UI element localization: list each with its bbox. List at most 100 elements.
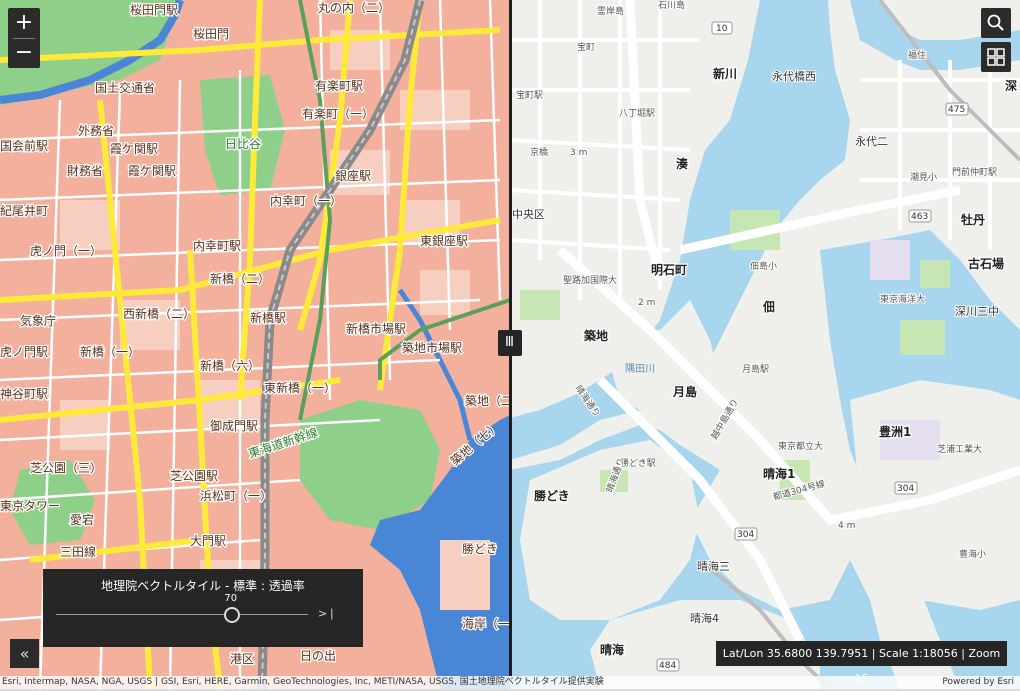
- label-nishi-shimbashi: 西新橋（二）: [123, 306, 195, 321]
- label-kachidoki: 勝どき: [534, 488, 570, 503]
- label-furuishiba: 古石場: [968, 256, 1004, 271]
- label-yurakucho-1: 有楽町（一）: [302, 107, 374, 121]
- label-hamamatsucho: 浜松町（一）: [200, 489, 272, 503]
- label-tsukishima-st: 月島駅: [742, 363, 769, 375]
- label-minato-ku: 港区: [230, 652, 254, 666]
- zoom-out-button[interactable]: −: [8, 38, 40, 68]
- label-3m: 3 m: [570, 148, 587, 158]
- label-hatchobori: 八丁堀駅: [619, 108, 655, 119]
- play-button[interactable]: >❘: [318, 605, 338, 623]
- label-hinode: 日の出: [300, 649, 336, 663]
- label-kachidoki: 勝どき: [462, 541, 498, 556]
- label-tokyo-kaiyo: 東京海洋大: [880, 293, 925, 305]
- label-akashicho: 明石町: [651, 263, 687, 277]
- attribution-text: Esri, Intermap, NASA, NGA, USGS | GSI, E…: [2, 677, 604, 687]
- basemap-gallery-button[interactable]: [981, 42, 1011, 72]
- label-fukagawa: 深: [1005, 78, 1017, 93]
- campus-kaiyo: [870, 240, 910, 280]
- coordinate-readout: Lat/Lon 35.6800 139.7951 | Scale 1:18056…: [716, 641, 1007, 685]
- opacity-slider-track[interactable]: [56, 614, 308, 615]
- label-fukagawa3: 深川三中: [955, 305, 999, 318]
- opacity-slider-thumb[interactable]: [224, 607, 241, 623]
- label-sakuradamon: 桜田門: [193, 27, 229, 41]
- label-ginza-st: 銀座駅: [335, 168, 371, 183]
- label-eitaibashi: 永代橋西: [772, 69, 816, 83]
- route-shield-463: 463: [908, 209, 932, 223]
- park-toyosu: [900, 320, 945, 355]
- label-sakuradamon-st: 桜田門駅: [130, 3, 178, 17]
- label-kamiyacho: 神谷町駅: [0, 387, 48, 401]
- label-tokyo-tower: 東京タワー: [0, 499, 60, 513]
- right-basemap: 10 475 463 304 304 484 新川 永代橋西 湊 明石町 築地 …: [510, 0, 1020, 689]
- label-kishocho: 気象庁: [20, 313, 56, 328]
- label-kioicho: 紀尾井町: [0, 204, 48, 218]
- label-shiba-park: 芝公園（三）: [30, 460, 102, 475]
- svg-text:463: 463: [911, 212, 928, 222]
- label-shibaura: 芝浦工業大: [937, 443, 982, 455]
- label-takaracho-st: 宝町駅: [516, 89, 543, 101]
- svg-text:484: 484: [659, 661, 676, 671]
- label-tsukiji: 築地: [583, 328, 608, 343]
- label-atago: 愛宕: [70, 512, 94, 527]
- label-4m: 4 m: [838, 521, 855, 531]
- label-harumi3: 晴海三: [697, 559, 730, 573]
- label-higashi-shimbashi: 東新橋（一）: [264, 380, 336, 395]
- label-shinbashi-market: 新橋市場駅: [346, 321, 406, 336]
- label-monzen: 門前仲町駅: [952, 166, 997, 178]
- zoom-in-button[interactable]: +: [8, 8, 40, 38]
- label-takaracho: 宝町: [577, 41, 595, 53]
- label-kasumigaseki: 霞ケ関駅: [110, 142, 158, 156]
- label-toyomi-sch: 豊海小: [959, 548, 986, 560]
- label-uchisaiwaicho-1: 内幸町（一）: [270, 194, 342, 208]
- search-button[interactable]: [981, 8, 1011, 38]
- label-kasumigaseki-st: 霞ケ関駅: [128, 164, 176, 178]
- label-botan: 牡丹: [961, 212, 985, 227]
- search-icon: [987, 14, 1004, 31]
- label-nagatacho: 国会前駅: [0, 138, 48, 153]
- zoom-control: + −: [8, 8, 40, 68]
- label-higashi-ginza: 東銀座駅: [420, 233, 468, 248]
- label-toranomon: 虎ノ門駅: [0, 345, 48, 359]
- collapse-button[interactable]: «: [10, 639, 39, 668]
- label-shinkawa: 新川: [713, 66, 737, 81]
- label-tsukiji-market: 築地市場駅: [402, 340, 462, 355]
- park-tsukiji: [520, 290, 560, 320]
- opacity-value: 70: [224, 593, 238, 604]
- label-hibiya-park: 日比谷: [225, 137, 261, 151]
- label-reigan: 霊岸島: [597, 5, 624, 17]
- label-uchisaiwaicho: 内幸町駅: [193, 239, 241, 253]
- route-shield-475: 475: [945, 102, 969, 116]
- label-tsukuda-elem: 佃島小: [750, 260, 777, 272]
- label-zaimusho: 財務省: [67, 163, 103, 178]
- label-seiroka: 聖路加国際大: [563, 274, 617, 286]
- route-shield-304-b: 304: [734, 527, 758, 541]
- label-chuo-ku: 中央区: [512, 208, 545, 221]
- powered-by-esri-link[interactable]: Powered by Esri: [942, 676, 1014, 689]
- label-harumi: 晴海: [600, 642, 624, 657]
- svg-text:304: 304: [897, 484, 914, 494]
- label-shimbashi-2: 新橋（二）: [210, 271, 270, 286]
- svg-text:304: 304: [737, 530, 754, 540]
- basemap-gallery-icon: [987, 48, 1005, 66]
- label-kyobashi: 京橋: [530, 146, 548, 158]
- label-gaimusho: 外務省: [78, 124, 114, 138]
- swipe-handle[interactable]: Ⅲ: [498, 330, 522, 356]
- layer-opacity-panel: 地理院ベクトルタイル - 標準 : 透過率 70 >❘: [43, 569, 363, 647]
- route-shield-10: 10: [711, 21, 733, 35]
- svg-text:10: 10: [716, 24, 728, 34]
- label-shimbashi-6: 新橋（六）: [200, 358, 260, 373]
- label-tsukishima: 月島: [672, 384, 697, 399]
- panel-title: 地理院ベクトルタイル - 標準 : 透過率: [101, 579, 305, 593]
- label-kokudo: 国土交通省: [95, 80, 155, 95]
- label-minato: 湊: [676, 156, 688, 171]
- label-shimbashi: 新橋駅: [250, 310, 286, 325]
- label-eitai2: 永代二: [855, 134, 888, 148]
- label-shimbashi-1: 新橋（一）: [80, 344, 140, 359]
- attribution-bar: Esri, Intermap, NASA, NGA, USGS | GSI, E…: [0, 676, 1020, 689]
- label-shiohama: 潮見小: [910, 171, 937, 183]
- label-toritsu: 東京都立大: [778, 440, 823, 452]
- label-onarimon: 御成門駅: [210, 418, 258, 433]
- label-tsukuda: 佃: [762, 299, 775, 314]
- route-shield-484: 484: [656, 658, 680, 672]
- label-harumi4: 晴海4: [690, 611, 719, 625]
